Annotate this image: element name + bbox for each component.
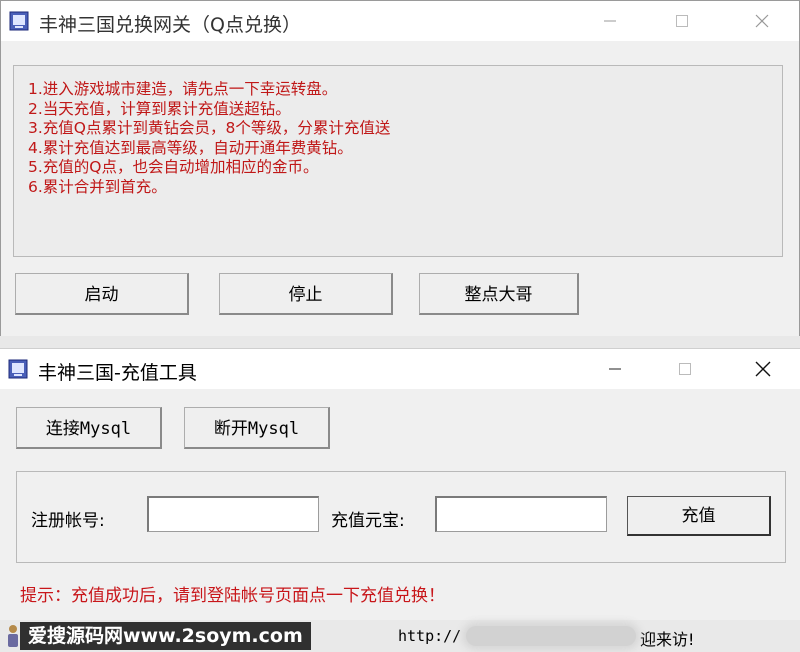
recharge-title: 丰神三国-充值工具 (38, 362, 197, 384)
close-button[interactable] (740, 349, 786, 389)
gateway-window: 丰神三国兑换网关（Q点兑换） 1.进入游戏城市建造，请先点一下幸运转盘。 2.当… (0, 0, 800, 348)
info-line: 3.充值Q点累计到黄钻会员，8个等级，分累计充值送 (28, 119, 391, 137)
close-icon (755, 14, 769, 28)
stop-label: 停止 (288, 285, 323, 305)
gateway-titlebar: 丰神三国兑换网关（Q点兑换） (1, 1, 799, 41)
maximize-icon (676, 15, 688, 27)
hourly-label: 整点大哥 (464, 285, 533, 305)
hint-text: 提示：充值成功后，请到登陆帐号页面点一下充值兑换！ (20, 586, 445, 606)
disconnect-mysql-button[interactable]: 断开Mysql (184, 407, 330, 449)
hourly-button[interactable]: 整点大哥 (419, 273, 579, 315)
disconnect-mysql-label: 断开Mysql (213, 419, 300, 439)
minimize-button[interactable] (587, 1, 633, 41)
info-line: 2.当天充值，计算到累计充值送超钻。 (28, 99, 291, 118)
connect-mysql-label: 连接Mysql (45, 419, 132, 439)
start-label: 启动 (84, 285, 119, 305)
minimize-icon (604, 20, 616, 22)
minimize-icon (609, 368, 621, 370)
status-welcome: 迎来访! (640, 630, 695, 649)
info-panel: 1.进入游戏城市建造，请先点一下幸运转盘。 2.当天充值，计算到累计充值送超钻。… (13, 65, 783, 257)
status-url: http:// (398, 627, 462, 645)
info-line: 5.充值的Q点，也会自动增加相应的金币。 (28, 158, 319, 176)
watermark: 爱搜源码网www.2soym.com (20, 622, 311, 650)
amount-input[interactable] (435, 496, 607, 532)
close-button[interactable] (739, 1, 785, 41)
gateway-title: 丰神三国兑换网关（Q点兑换） (39, 14, 301, 36)
start-button[interactable]: 启动 (15, 273, 189, 315)
info-line: 4.累计充值达到最高等级，自动开通年费黄钻。 (28, 138, 353, 157)
account-input[interactable] (147, 496, 319, 532)
maximize-icon (679, 363, 691, 375)
minimize-button[interactable] (592, 349, 638, 389)
recharge-window: 丰神三国-充值工具 连接Mysql 断开Mysql 注册帐号: 充值元宝: 充值… (0, 348, 800, 652)
account-label: 注册帐号: (31, 511, 105, 531)
app-icon (8, 359, 28, 379)
person-icon (8, 625, 18, 647)
maximize-button[interactable] (662, 349, 708, 389)
recharge-button[interactable]: 充值 (627, 496, 771, 536)
recharge-group: 注册帐号: 充值元宝: 充值 (16, 471, 786, 563)
info-line: 6.累计合并到首充。 (28, 177, 167, 196)
recharge-titlebar: 丰神三国-充值工具 (0, 349, 800, 389)
info-line: 1.进入游戏城市建造，请先点一下幸运转盘。 (28, 80, 338, 98)
redacted-area (466, 626, 636, 646)
recharge-label: 充值 (681, 506, 716, 526)
app-icon (9, 11, 29, 31)
stop-button[interactable]: 停止 (219, 273, 393, 315)
close-icon (755, 361, 771, 377)
connect-mysql-button[interactable]: 连接Mysql (16, 407, 162, 449)
amount-label: 充值元宝: (331, 511, 405, 531)
maximize-button[interactable] (659, 1, 705, 41)
